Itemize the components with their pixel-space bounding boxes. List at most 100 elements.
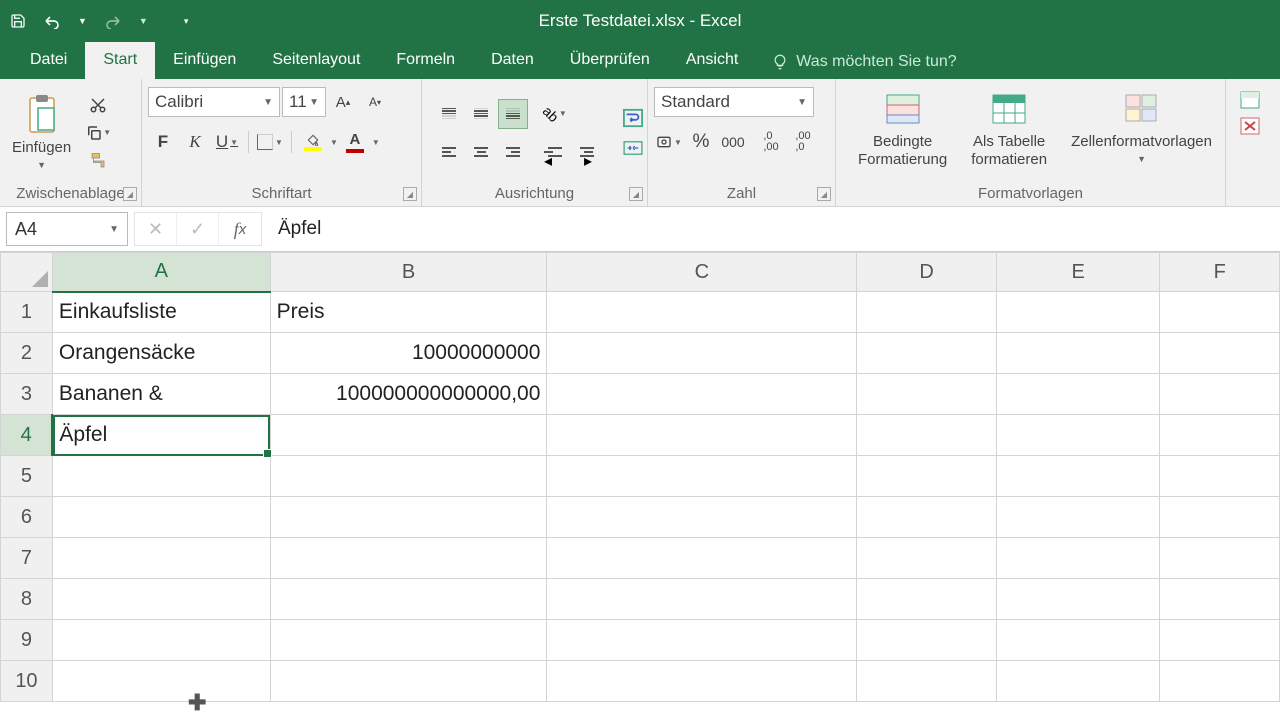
accounting-format-button[interactable]: ▼ [654,127,684,157]
decrease-decimal-button[interactable]: ,00,0 [788,127,818,157]
cut-button[interactable] [85,94,111,116]
align-middle-button[interactable] [466,99,496,129]
cell-E2[interactable] [996,333,1159,374]
cell-F2[interactable] [1160,333,1280,374]
column-header-A[interactable]: A [52,253,270,292]
cell-E1[interactable] [996,292,1159,333]
cell-D8[interactable] [857,579,997,620]
cell-F8[interactable] [1160,579,1280,620]
cell-F5[interactable] [1160,456,1280,497]
chevron-down-icon[interactable]: ▼ [372,138,380,147]
name-box[interactable]: A4▼ [6,212,128,246]
column-header-B[interactable]: B [270,253,547,292]
cell-D9[interactable] [857,620,997,661]
percent-button[interactable]: % [686,127,716,157]
tab-file[interactable]: Datei [12,42,85,79]
cell-D6[interactable] [857,497,997,538]
cell-C1[interactable] [547,292,857,333]
cell-E7[interactable] [996,538,1159,579]
row-header-7[interactable]: 7 [1,538,53,579]
cell-A9[interactable] [52,620,270,661]
cell-D4[interactable] [857,415,997,456]
orientation-button[interactable]: ab▼ [540,99,570,129]
cell-B7[interactable] [270,538,547,579]
redo-icon[interactable] [105,13,121,29]
tell-me-search[interactable]: Was möchten Sie tun? [756,45,972,79]
row-header-10[interactable]: 10 [1,661,53,702]
align-bottom-button[interactable] [498,99,528,129]
tab-start[interactable]: Start [85,42,155,79]
column-header-C[interactable]: C [547,253,857,292]
cell-F4[interactable] [1160,415,1280,456]
cell-C5[interactable] [547,456,857,497]
cell-A3[interactable]: Bananen & [52,374,270,415]
cell-B9[interactable] [270,620,547,661]
select-all-button[interactable] [1,253,53,292]
increase-font-button[interactable]: A▴ [328,87,358,117]
comma-button[interactable]: 000 [718,127,748,157]
cell-B5[interactable] [270,456,547,497]
cell-C6[interactable] [547,497,857,538]
tab-pagelayout[interactable]: Seitenlayout [254,42,378,79]
cell-C4[interactable] [547,415,857,456]
insert-function-button[interactable]: fx [219,213,261,245]
decrease-font-button[interactable]: A▾ [360,87,390,117]
cell-E5[interactable] [996,456,1159,497]
cell-F1[interactable] [1160,292,1280,333]
cell-B3[interactable]: 100000000000000,00 [270,374,547,415]
paste-button[interactable]: Einfügen ▼ [6,93,77,172]
save-icon[interactable] [10,13,26,29]
row-header-2[interactable]: 2 [1,333,53,374]
dialog-launcher-icon[interactable]: ◢ [403,187,417,201]
chevron-down-icon[interactable]: ▼ [330,138,338,147]
cell-E3[interactable] [996,374,1159,415]
font-color-button[interactable]: A [340,127,370,157]
format-as-table-button[interactable]: Als Tabelle formatieren [965,87,1053,171]
font-name-combo[interactable]: Calibri▼ [148,87,280,117]
formula-input[interactable] [268,212,1274,246]
column-header-F[interactable]: F [1160,253,1280,292]
cell-E8[interactable] [996,579,1159,620]
cell-C7[interactable] [547,538,857,579]
cell-C3[interactable] [547,374,857,415]
cell-F9[interactable] [1160,620,1280,661]
cell-D10[interactable] [857,661,997,702]
cell-D3[interactable] [857,374,997,415]
tab-view[interactable]: Ansicht [668,42,756,79]
cell-D2[interactable] [857,333,997,374]
cell-B2[interactable]: 10000000000 [270,333,547,374]
row-header-6[interactable]: 6 [1,497,53,538]
cell-F10[interactable] [1160,661,1280,702]
cell-E9[interactable] [996,620,1159,661]
dialog-launcher-icon[interactable]: ◢ [123,187,137,201]
cell-A4[interactable]: Äpfel [52,415,270,456]
cell-D7[interactable] [857,538,997,579]
row-header-3[interactable]: 3 [1,374,53,415]
cell-C9[interactable] [547,620,857,661]
align-right-button[interactable] [498,137,528,167]
align-top-button[interactable] [434,99,464,129]
column-header-D[interactable]: D [857,253,997,292]
redo-dropdown-icon[interactable]: ▼ [139,16,148,26]
cell-A6[interactable] [52,497,270,538]
qat-customize-icon[interactable]: ▾ [184,16,189,27]
cell-F3[interactable] [1160,374,1280,415]
bold-button[interactable]: F [148,127,178,157]
merge-button[interactable] [618,137,648,159]
conditional-formatting-button[interactable]: Bedingte Formatierung [852,87,953,171]
wrap-text-button[interactable] [618,107,648,129]
fill-color-button[interactable] [298,127,328,157]
format-painter-button[interactable] [85,150,111,172]
font-size-combo[interactable]: 11▼ [282,87,326,117]
accept-formula-button[interactable]: ✓ [177,213,219,245]
undo-icon[interactable] [44,13,60,29]
cell-A7[interactable] [52,538,270,579]
insert-cells-button[interactable] [1238,89,1264,111]
cell-E4[interactable] [996,415,1159,456]
row-header-1[interactable]: 1 [1,292,53,333]
column-header-E[interactable]: E [996,253,1159,292]
dialog-launcher-icon[interactable]: ◢ [817,187,831,201]
worksheet-grid[interactable]: A B C D E F 1EinkaufslistePreis 2Orangen… [0,252,1280,702]
align-center-button[interactable] [466,137,496,167]
cell-C10[interactable] [547,661,857,702]
